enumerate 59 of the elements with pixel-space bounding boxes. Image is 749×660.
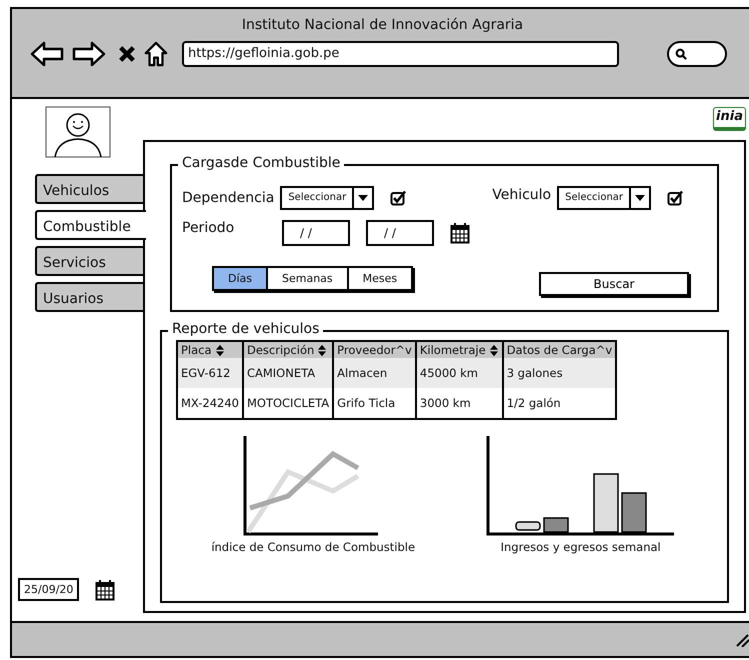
field-label: Vehiculo [492, 187, 552, 203]
column-header[interactable]: Kilometraje [416, 341, 503, 358]
checkbox[interactable] [667, 190, 684, 206]
table-cell: 1/2 galón [502, 388, 616, 419]
range-tab[interactable]: Días [214, 268, 268, 288]
field-label: Dependencia [182, 190, 274, 206]
search-icon [675, 48, 687, 60]
caret-icon [358, 195, 368, 201]
search-field[interactable] [667, 41, 727, 67]
table-cell: Grifo Ticla [333, 388, 416, 419]
table-cell: MX-24240 [177, 388, 243, 419]
range-tab[interactable]: Meses [348, 268, 412, 288]
group-title: Reporte de vehiculos [168, 321, 324, 337]
sidebar-tab[interactable]: Combustible [35, 210, 146, 240]
dropdown[interactable]: Seleccionar [280, 186, 374, 210]
table-cell: 3 galones [502, 358, 616, 388]
back-arrow-icon[interactable] [30, 41, 64, 67]
field-label: Periodo [182, 220, 236, 236]
sort-icon [488, 344, 499, 356]
chart-caption: índice de Consumo de Combustible [211, 540, 416, 554]
table-cell: EGV-612 [177, 358, 243, 388]
resize-grip-icon[interactable] [735, 632, 749, 646]
table-cell: MOTOCICLETA [242, 388, 334, 419]
home-icon[interactable] [144, 41, 168, 67]
calendar-icon[interactable] [95, 578, 116, 600]
chart-caption: Ingresos y egresos semanal [500, 540, 661, 554]
table-cell: 45000 km [416, 358, 503, 388]
table-cell: CAMIONETA [242, 358, 334, 388]
search-button[interactable]: Buscar [539, 272, 689, 296]
sidebar-tab[interactable]: Servicios [35, 246, 143, 276]
date-field[interactable]: / / [366, 220, 434, 246]
table-cell: Almacen [333, 358, 416, 388]
sort-icon [317, 344, 328, 356]
avatar-icon [45, 106, 111, 158]
calendar-icon[interactable] [450, 222, 470, 244]
forward-arrow-icon[interactable] [72, 41, 106, 67]
sort-icon [214, 344, 225, 356]
window-title: Instituto Nacional de Innovación Agraria [242, 17, 524, 33]
table-cell: 3000 km [416, 388, 503, 419]
date-field[interactable]: 25/09/20 [18, 578, 80, 601]
column-header[interactable]: Proveedor^v [333, 341, 416, 358]
chart-bar [620, 492, 646, 533]
close-icon[interactable] [118, 45, 136, 63]
chart-bar [592, 473, 618, 533]
column-header[interactable]: Datos de Carga^v [502, 341, 616, 358]
group-title: Cargasde Combustible [178, 155, 344, 171]
dropdown[interactable]: Seleccionar [557, 186, 652, 210]
address-field[interactable]: https://gefloinia.gob.pe [182, 41, 619, 67]
column-header[interactable]: Placa [177, 341, 243, 358]
sidebar-tab[interactable]: Vehiculos [35, 174, 143, 204]
logo: inia [713, 107, 746, 131]
chart-bar [514, 521, 540, 531]
sidebar-tab[interactable]: Usuarios [35, 282, 143, 312]
checkbox[interactable] [390, 190, 406, 206]
range-tab[interactable]: Semanas [268, 268, 349, 288]
date-field[interactable]: / / [282, 220, 350, 246]
column-header[interactable]: Descripción [242, 341, 334, 358]
chart-bar [542, 517, 568, 533]
caret-icon [635, 195, 646, 201]
